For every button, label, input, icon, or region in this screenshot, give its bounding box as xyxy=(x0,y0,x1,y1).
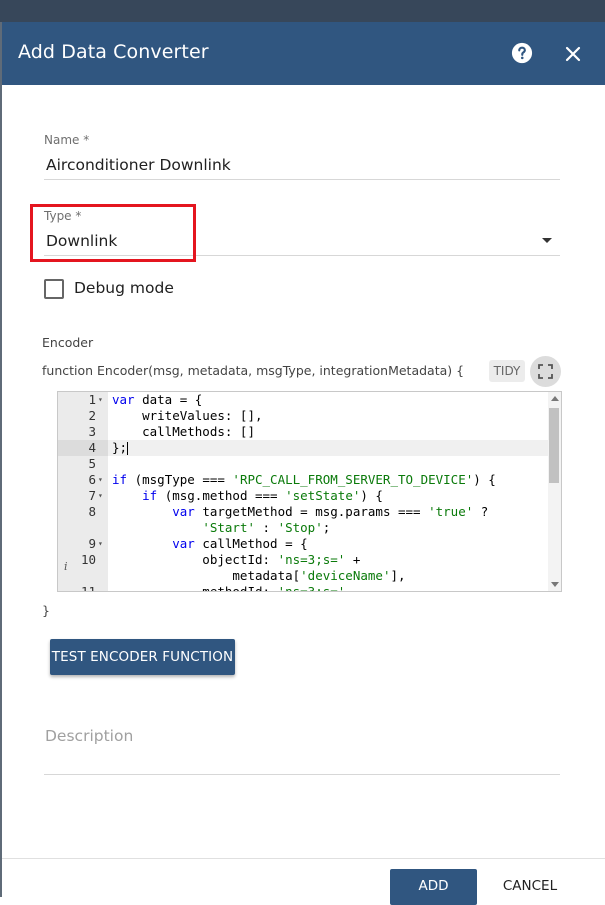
dialog-title: Add Data Converter xyxy=(18,41,209,63)
encoder-signature: function Encoder(msg, metadata, msgType,… xyxy=(42,363,465,378)
description-input[interactable]: Description xyxy=(45,727,133,745)
code-line: }; xyxy=(112,440,129,455)
dialog-header: Add Data Converter xyxy=(2,22,605,85)
debug-mode-checkbox[interactable] xyxy=(44,279,64,299)
scroll-down-icon[interactable] xyxy=(551,582,559,587)
code-line: methodId: 'ns=3;s=' xyxy=(112,584,346,592)
code-line: if (msg.method === 'setState') { xyxy=(142,488,383,503)
code-line: metadata['deviceName'], xyxy=(112,568,406,583)
footer-divider xyxy=(2,858,605,859)
code-line: var callMethod = { xyxy=(172,536,308,551)
line-number: 5 xyxy=(88,456,96,471)
cancel-button[interactable]: CANCEL xyxy=(494,869,566,905)
add-button[interactable]: ADD xyxy=(390,869,477,905)
code-line: writeValues: [], xyxy=(112,408,263,423)
scroll-thumb[interactable] xyxy=(549,408,559,483)
code-line: if (msgType === 'RPC_CALL_FROM_SERVER_TO… xyxy=(112,472,496,487)
encoder-closing-brace: } xyxy=(42,603,50,618)
code-line: callMethods: [] xyxy=(112,424,255,439)
name-input[interactable]: Airconditioner Downlink xyxy=(46,156,231,174)
name-label: Name * xyxy=(44,133,90,147)
code-line: objectId: 'ns=3;s=' + xyxy=(112,552,361,567)
close-icon[interactable] xyxy=(563,44,583,64)
description-underline xyxy=(44,774,560,775)
text-cursor xyxy=(127,442,129,455)
code-line: 'Start' : 'Stop'; xyxy=(202,520,331,535)
fullscreen-icon xyxy=(538,364,553,379)
test-encoder-button[interactable]: TEST ENCODER FUNCTION xyxy=(50,639,235,675)
type-highlight-box xyxy=(30,204,196,262)
help-circle-icon[interactable] xyxy=(511,42,533,64)
fullscreen-button[interactable] xyxy=(530,356,561,387)
debug-mode-label: Debug mode xyxy=(74,279,174,297)
name-underline xyxy=(44,179,560,180)
encoder-label: Encoder xyxy=(42,335,94,350)
code-editor[interactable]: 1 ▾ 2 3 4 5 6 ▾ 7 ▾ 8 9 ▾ 10 11 var data = { writeValu… xyxy=(57,391,562,592)
dropdown-arrow-icon[interactable] xyxy=(542,238,552,243)
code-line: var targetMethod = msg.params === 'true'… xyxy=(172,504,489,519)
backdrop xyxy=(0,0,605,22)
tidy-button[interactable]: TIDY xyxy=(489,360,525,382)
code-line: var data = { xyxy=(112,392,203,407)
scroll-up-icon[interactable] xyxy=(551,396,559,401)
gutter-line: 5 xyxy=(58,456,548,472)
info-icon: i xyxy=(64,560,68,573)
